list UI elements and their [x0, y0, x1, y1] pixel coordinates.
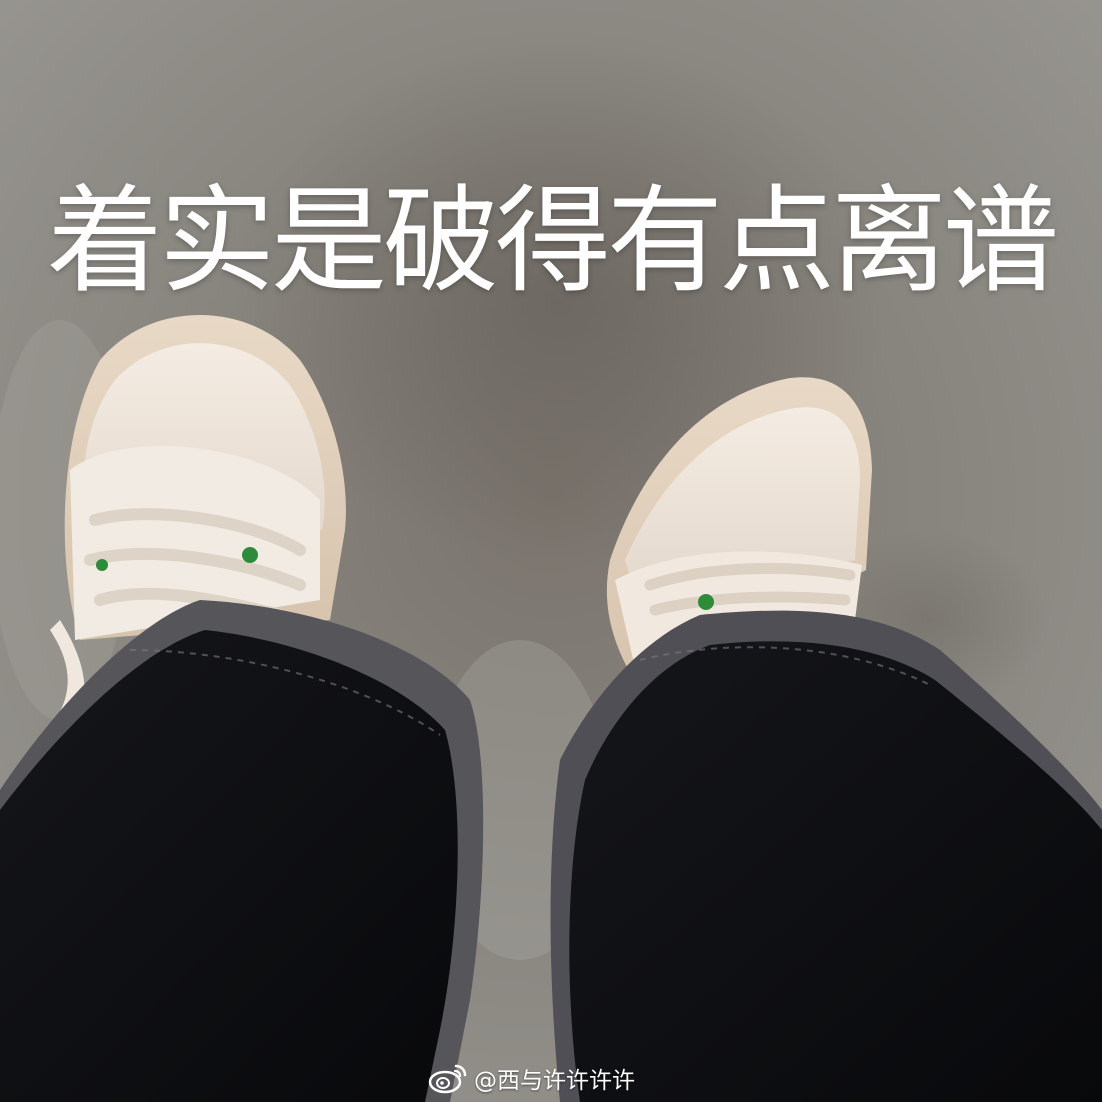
shoe-eyelet: [242, 547, 258, 563]
photo-frame: 着实是破得有点离谱 @西与许许许许: [0, 0, 1102, 1102]
photo-scene: [0, 0, 1102, 1102]
weibo-watermark: @西与许许许许: [428, 1058, 635, 1098]
shoe-eyelet: [698, 594, 714, 610]
caption-text: 着实是破得有点离谱: [47, 174, 1059, 309]
shoe-eyelet: [96, 559, 108, 571]
weibo-logo-icon: [428, 1064, 467, 1094]
watermark-handle: @西与许许许许: [474, 1068, 635, 1094]
